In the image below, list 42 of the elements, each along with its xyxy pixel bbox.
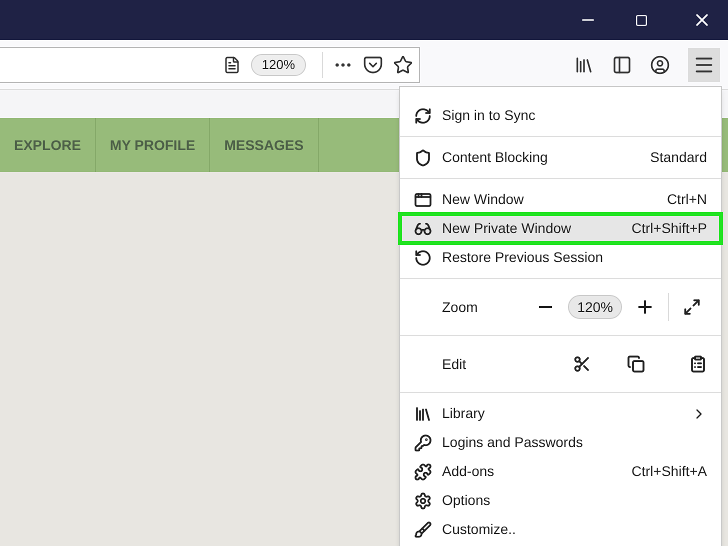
restore-icon <box>414 248 432 266</box>
settings-icon <box>414 492 432 510</box>
menu-item[interactable]: Library <box>400 399 721 428</box>
shortcut-text: Ctrl+Shift+P <box>632 219 707 238</box>
menu-item[interactable]: New Private Window Ctrl+Shift+P <box>400 214 721 243</box>
menu-item[interactable]: New Window Ctrl+N <box>400 185 721 214</box>
pocket-icon[interactable] <box>363 54 383 74</box>
shortcut-text: Ctrl+Shift+A <box>632 462 707 481</box>
shield-icon <box>414 148 432 166</box>
menu-item[interactable]: Logins and Passwords <box>400 428 721 457</box>
menu-item[interactable]: Sign in to Sync <box>400 101 721 130</box>
new-window-icon <box>414 190 432 208</box>
copy-icon <box>627 355 645 373</box>
menu-item[interactable]: Content Blocking Standard <box>400 143 721 172</box>
account-icon[interactable] <box>650 54 670 74</box>
zoom-label: Zoom <box>442 298 479 316</box>
zoom-badge[interactable]: 120% <box>250 54 306 76</box>
shortcut-text: Standard <box>650 148 707 167</box>
sync-icon <box>414 106 432 124</box>
shortcut-text: Ctrl+N <box>666 190 707 209</box>
sidebar-icon[interactable] <box>612 54 632 74</box>
menu-button[interactable] <box>688 48 720 82</box>
menu-item[interactable]: Add-ons Ctrl+Shift+A <box>400 457 721 486</box>
menu-item[interactable]: Restore Previous Session <box>400 243 721 272</box>
edit-label: Edit <box>442 354 468 374</box>
key-icon <box>414 434 432 452</box>
menu-item[interactable]: Options <box>400 486 721 515</box>
menu-item[interactable]: Customize.. <box>400 515 721 544</box>
zoom-reset-button[interactable]: 120% <box>568 295 622 319</box>
plus-icon <box>635 297 655 317</box>
library-icon[interactable] <box>574 54 594 74</box>
reader-view-icon[interactable] <box>222 56 241 74</box>
brush-icon <box>414 520 432 538</box>
minus-icon <box>538 306 552 308</box>
restore-icon[interactable] <box>635 14 648 26</box>
paste-icon <box>689 355 707 373</box>
cut-icon <box>573 355 591 373</box>
expand-icon <box>683 298 701 316</box>
puzzle-icon <box>414 462 432 480</box>
star-icon[interactable] <box>393 54 413 74</box>
library-icon <box>414 404 432 422</box>
url-bar[interactable]: 120% <box>0 46 420 82</box>
